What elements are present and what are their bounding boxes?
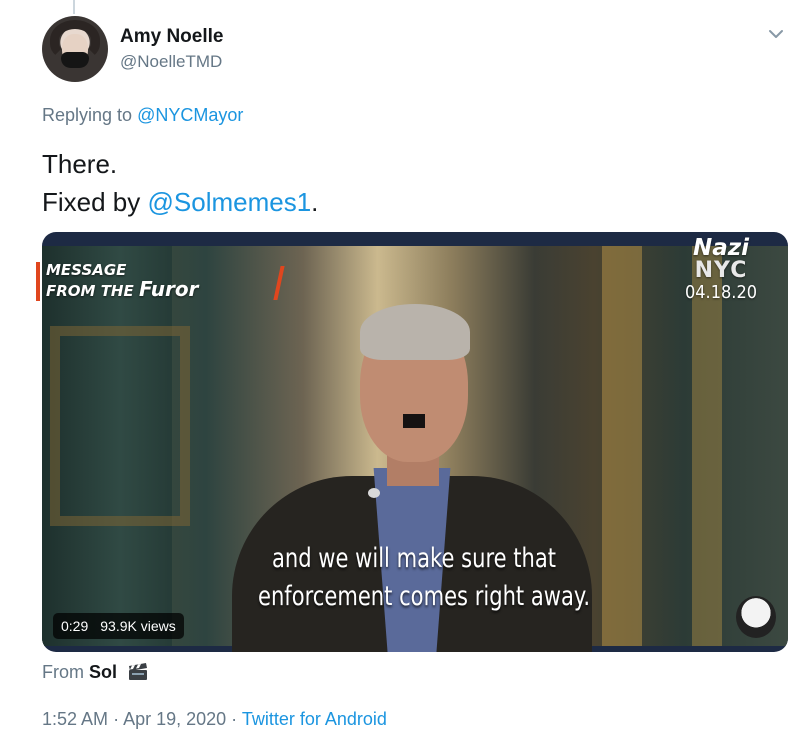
video-lapel-pin [368,488,380,498]
video-person-mustache [403,414,425,428]
video-picture-frame [50,326,190,526]
badge-line-1: Nazi [692,235,750,261]
tweet-date-link[interactable]: Apr 19, 2020 [123,709,226,729]
replying-prefix: Replying to [42,105,133,125]
video-pillar-2 [692,246,722,646]
badge-line-3: 04.18.20 [684,282,758,303]
separator: · [113,709,120,729]
video-caption: and we will make sure that enforcement c… [258,540,591,616]
chevron-down-icon[interactable] [766,24,786,44]
author-name[interactable]: Amy Noelle [120,26,223,48]
video-corner-logo [736,596,776,638]
avatar-mask [61,52,89,68]
avatar[interactable] [42,16,108,82]
reply-mention-link[interactable]: @NYCMayor [137,105,243,125]
video-source: From Sol [42,662,148,683]
tweet-text: There. Fixed by @Solmemes1. [42,145,318,221]
client-app-link[interactable]: Twitter for Android [242,709,387,729]
tweet-line-2-prefix: Fixed by [42,187,141,217]
video-overlay-title: MESSAGE FROM THE Furor [36,262,198,301]
badge-line-2: NYC [694,258,748,283]
tweet-line-2-suffix: . [311,187,319,217]
tweet-line-1: There. [42,149,118,179]
video-pillar [602,246,642,646]
replying-to: Replying to @NYCMayor [42,105,243,126]
tweet-timestamp: 1:52 AM · Apr 19, 2020 · Twitter for And… [42,709,387,730]
video-badge: Nazi NYC 04.18.20 [684,236,758,304]
caption-line-2: enforcement comes right away. [258,581,591,612]
thread-connector-line [73,0,75,14]
tweet-line-2: Fixed by @Solmemes1. [42,183,318,221]
overlay-line-2-a: FROM THE [46,282,134,300]
overlay-line-2: FROM THE Furor [46,279,198,301]
video-person-hair [360,304,470,360]
tweet-mention-link[interactable]: @Solmemes1 [148,187,312,217]
tweet-time-link[interactable]: 1:52 AM [42,709,108,729]
caption-line-1: and we will make sure that [271,543,557,574]
video-views: 93.9K views [100,618,176,634]
source-prefix: From [42,662,84,682]
overlay-line-2-b: Furor [138,277,199,301]
author-handle[interactable]: @NoelleTMD [120,52,222,72]
video-duration: 0:29 [61,618,89,634]
separator-2: · [231,709,238,729]
video-meta-badge: 0:29 93.9K views [53,613,184,639]
source-name-link[interactable]: Sol [89,662,117,682]
clapperboard-icon [129,663,148,680]
